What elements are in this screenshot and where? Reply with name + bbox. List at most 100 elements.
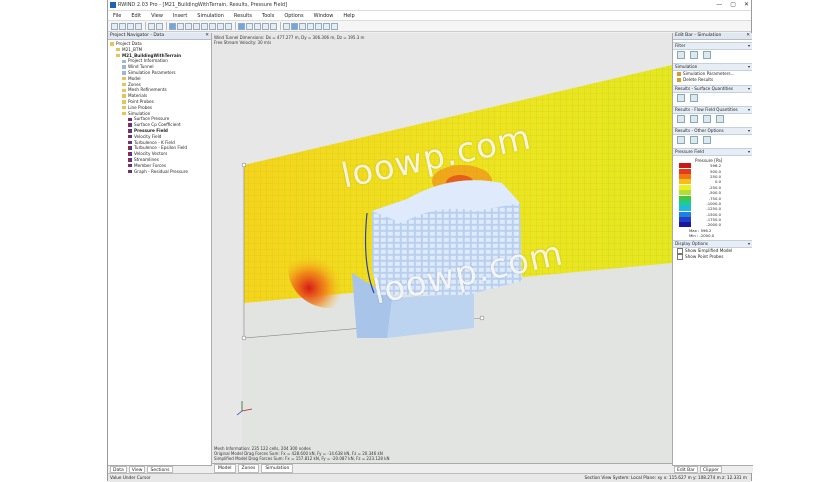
menu-view[interactable]: View xyxy=(146,13,168,19)
view-y-icon[interactable] xyxy=(217,22,224,30)
streamlines-icon[interactable] xyxy=(690,136,698,144)
new-icon[interactable] xyxy=(111,22,118,30)
tab-model[interactable]: Model xyxy=(214,464,236,473)
section-other-options[interactable]: Results - Other Options xyxy=(673,127,752,135)
tab-simulation[interactable]: Simulation xyxy=(261,464,294,473)
view-iso-icon[interactable] xyxy=(201,22,208,30)
section-display-options[interactable]: Display Options xyxy=(673,239,752,248)
save-icon[interactable] xyxy=(127,22,134,30)
legend-value: -500.0 xyxy=(708,190,721,196)
menu-insert[interactable]: Insert xyxy=(168,13,192,19)
menu-simulation[interactable]: Simulation xyxy=(192,13,229,19)
zoom-icon[interactable] xyxy=(177,22,184,30)
maximize-button[interactable]: ▢ xyxy=(730,1,736,8)
tab-clipper[interactable]: Clipper xyxy=(699,466,722,473)
edit-bar-header: Edit Bar - Simulation ✕ xyxy=(673,33,752,40)
tree-item[interactable]: Graph - Residual Pressure xyxy=(108,169,211,175)
folder-icon xyxy=(122,105,126,110)
mesh-icon[interactable] xyxy=(246,22,253,30)
document-icon xyxy=(122,59,126,64)
print-icon[interactable] xyxy=(135,22,142,30)
view-x-icon[interactable] xyxy=(209,22,216,30)
vectors-icon[interactable] xyxy=(307,22,314,30)
rotate-icon[interactable] xyxy=(185,22,192,30)
toolbar-separator xyxy=(166,22,167,30)
minimize-button[interactable]: — xyxy=(716,1,722,8)
solid-icon[interactable] xyxy=(262,22,269,30)
3d-viewport[interactable]: Wind Tunnel Dimensions: Dx = 477.277 m, … xyxy=(212,33,672,463)
menu-help[interactable]: Help xyxy=(338,13,359,19)
open-icon[interactable] xyxy=(119,22,126,30)
k-field-icon[interactable] xyxy=(703,115,711,123)
legend-value: 500.0 xyxy=(710,168,721,174)
section-surface-quantities[interactable]: Results - Surface Quantities xyxy=(673,85,752,93)
clipper-handle[interactable] xyxy=(241,162,247,168)
menu-edit[interactable]: Edit xyxy=(126,13,146,19)
pan-icon[interactable] xyxy=(193,22,200,30)
section-simulation[interactable]: Simulation xyxy=(673,63,752,71)
tab-data[interactable]: Data xyxy=(110,466,127,473)
close-icon[interactable]: ✕ xyxy=(205,33,209,39)
legend-swatch xyxy=(679,179,691,185)
tab-edit-bar[interactable]: Edit Bar xyxy=(674,466,698,473)
legend-value: 0.0 xyxy=(714,179,721,185)
toolbar xyxy=(108,21,751,32)
streamlines-icon[interactable] xyxy=(315,22,322,30)
redo-icon[interactable] xyxy=(156,22,163,30)
legend-rows: 596.2 500.0 250.0 0.0 -250.0 -500.0 -750.0 -100… xyxy=(679,163,752,228)
navigator-header: Project Navigator - Data ✕ xyxy=(108,33,211,40)
delete-results-item[interactable]: Delete Results xyxy=(673,77,752,83)
probe-icon[interactable] xyxy=(299,22,306,30)
filter-visible-icon[interactable] xyxy=(690,51,698,59)
wireframe-icon[interactable] xyxy=(254,22,261,30)
menu-file[interactable]: File xyxy=(108,13,126,19)
show-point-probes-label: Show Point Probes xyxy=(685,254,724,260)
folder-icon xyxy=(122,88,126,93)
member-forces-icon[interactable] xyxy=(703,136,711,144)
legend-icon[interactable] xyxy=(331,22,338,30)
navigator-title: Project Navigator - Data xyxy=(110,33,165,38)
result-icon xyxy=(128,134,132,139)
checkbox-box[interactable] xyxy=(677,253,683,260)
pressure-field-icon[interactable] xyxy=(677,115,685,123)
viewport-info: Wind Tunnel Dimensions: Dx = 477.277 m, … xyxy=(214,35,364,45)
legend-swatch xyxy=(679,173,691,179)
surface-cp-icon[interactable] xyxy=(690,94,698,102)
clipper-handle[interactable] xyxy=(479,315,485,321)
section-icon[interactable] xyxy=(283,22,290,30)
clipper-handle[interactable] xyxy=(241,335,247,341)
result-icon xyxy=(128,117,132,121)
result-icon xyxy=(128,163,132,168)
result-icon xyxy=(128,158,132,162)
viewport-tabs: Model Zones Simulation xyxy=(212,463,674,473)
close-icon[interactable]: ✕ xyxy=(746,33,750,39)
section-filter[interactable]: Filter xyxy=(673,42,752,50)
menu-window[interactable]: Window xyxy=(309,13,339,19)
close-button[interactable]: ✕ xyxy=(744,1,749,8)
filter-all-icon[interactable] xyxy=(677,51,685,59)
legend-value: 596.2 xyxy=(710,163,721,169)
transparent-icon[interactable] xyxy=(270,22,277,30)
clipper-icon[interactable] xyxy=(291,22,298,30)
menu-results[interactable]: Results xyxy=(229,13,257,19)
menu-options[interactable]: Options xyxy=(279,13,308,19)
results-icon[interactable] xyxy=(238,22,245,30)
filter-selected-icon[interactable] xyxy=(703,51,711,59)
view-z-icon[interactable] xyxy=(225,22,232,30)
tab-view[interactable]: View xyxy=(128,466,146,473)
simulation-scene[interactable] xyxy=(212,33,672,463)
section-pressure-field[interactable]: Pressure Field xyxy=(673,148,752,156)
animation-icon[interactable] xyxy=(323,22,330,30)
surface-pressure-icon[interactable] xyxy=(677,94,685,102)
select-icon[interactable] xyxy=(169,22,176,30)
section-flow-quantities[interactable]: Results - Flow Field Quantities xyxy=(673,106,752,114)
show-simplified-model-label: Show Simplified Model xyxy=(685,248,733,254)
vectors-icon[interactable] xyxy=(677,136,685,144)
velocity-field-icon[interactable] xyxy=(690,115,698,123)
undo-icon[interactable] xyxy=(148,22,155,30)
epsilon-field-icon[interactable] xyxy=(716,115,724,123)
tab-sections[interactable]: Sections xyxy=(147,466,173,473)
menu-tools[interactable]: Tools xyxy=(257,13,279,19)
tab-zones[interactable]: Zones xyxy=(237,464,260,473)
show-point-probes-checkbox[interactable]: Show Point Probes xyxy=(673,253,752,260)
